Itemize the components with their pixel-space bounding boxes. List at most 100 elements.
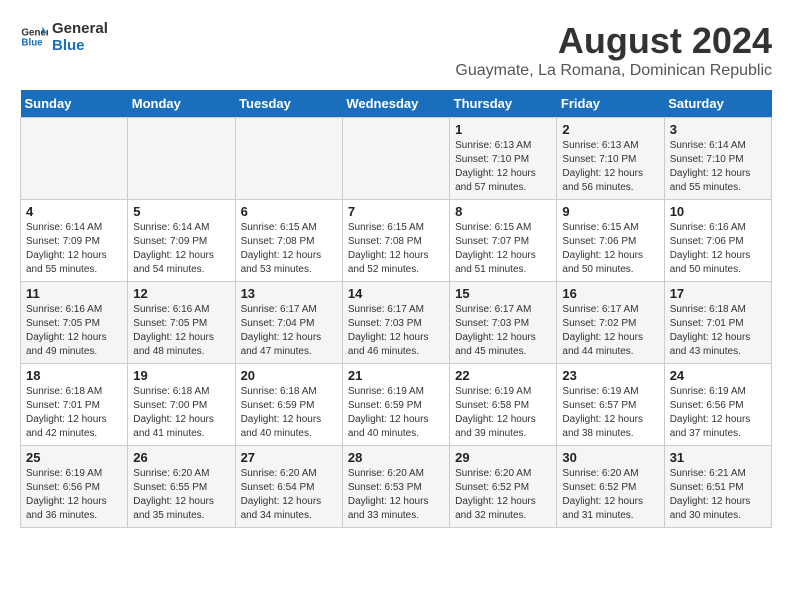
day-number: 1	[455, 122, 551, 137]
day-info: Sunrise: 6:17 AM Sunset: 7:03 PM Dayligh…	[455, 303, 551, 359]
day-info: Sunrise: 6:19 AM Sunset: 6:59 PM Dayligh…	[348, 385, 444, 441]
calendar-cell: 30 Sunrise: 6:20 AM Sunset: 6:52 PM Dayli…	[557, 446, 664, 528]
day-number: 9	[562, 204, 658, 219]
day-number: 27	[241, 450, 337, 465]
header-day-monday: Monday	[128, 90, 235, 118]
day-info: Sunrise: 6:14 AM Sunset: 7:09 PM Dayligh…	[133, 221, 229, 277]
day-number: 12	[133, 286, 229, 301]
day-number: 26	[133, 450, 229, 465]
subtitle: Guaymate, La Romana, Dominican Republic	[455, 62, 772, 80]
calendar-cell: 29Sunrise: 6:20 AM Sunset: 6:52 PM Dayli…	[450, 446, 557, 528]
calendar-cell: 19 Sunrise: 6:18 AM Sunset: 7:00 PM Dayli…	[128, 364, 235, 446]
day-info: Sunrise: 6:18 AM Sunset: 7:01 PM Dayligh…	[26, 385, 122, 441]
day-number: 7	[348, 204, 444, 219]
day-number: 13	[241, 286, 337, 301]
calendar-cell: 21 Sunrise: 6:19 AM Sunset: 6:59 PM Dayli…	[342, 364, 449, 446]
day-number: 11	[26, 286, 122, 301]
calendar-cell: 12 Sunrise: 6:16 AM Sunset: 7:05 PM Dayli…	[128, 282, 235, 364]
calendar-cell: 6 Sunrise: 6:15 AM Sunset: 7:08 PM Daylig…	[235, 200, 342, 282]
calendar-cell: 15 Sunrise: 6:17 AM Sunset: 7:03 PM Dayli…	[450, 282, 557, 364]
calendar-cell: 7 Sunrise: 6:15 AM Sunset: 7:08 PM Daylig…	[342, 200, 449, 282]
day-info: Sunrise: 6:20 AM Sunset: 6:55 PM Dayligh…	[133, 467, 229, 523]
day-info: Sunrise: 6:18 AM Sunset: 7:00 PM Dayligh…	[133, 385, 229, 441]
day-info: Sunrise: 6:16 AM Sunset: 7:06 PM Dayligh…	[670, 221, 766, 277]
header-day-friday: Friday	[557, 90, 664, 118]
day-info: Sunrise: 6:16 AM Sunset: 7:05 PM Dayligh…	[133, 303, 229, 359]
day-number: 18	[26, 368, 122, 383]
day-number: 3	[670, 122, 766, 137]
calendar-cell: 23 Sunrise: 6:19 AM Sunset: 6:57 PM Dayli…	[557, 364, 664, 446]
day-info: Sunrise: 6:14 AM Sunset: 7:10 PM Dayligh…	[670, 139, 766, 195]
day-info: Sunrise: 6:19 AM Sunset: 6:56 PM Dayligh…	[670, 385, 766, 441]
calendar-cell: 25 Sunrise: 6:19 AM Sunset: 6:56 PM Dayli…	[21, 446, 128, 528]
calendar-cell: 26 Sunrise: 6:20 AM Sunset: 6:55 PM Dayli…	[128, 446, 235, 528]
calendar-cell: 13 Sunrise: 6:17 AM Sunset: 7:04 PM Dayli…	[235, 282, 342, 364]
day-info: Sunrise: 6:13 AM Sunset: 7:10 PM Dayligh…	[562, 139, 658, 195]
header-day-wednesday: Wednesday	[342, 90, 449, 118]
day-info: Sunrise: 6:18 AM Sunset: 6:59 PM Dayligh…	[241, 385, 337, 441]
day-number: 30	[562, 450, 658, 465]
day-info: Sunrise: 6:20 AM Sunset: 6:52 PM Dayligh…	[562, 467, 658, 523]
day-info: Sunrise: 6:20 AM Sunset: 6:52 PM Dayligh…	[455, 467, 551, 523]
calendar-cell	[235, 118, 342, 200]
logo-blue-text: Blue	[52, 37, 108, 54]
calendar-cell: 20Sunrise: 6:18 AM Sunset: 6:59 PM Dayli…	[235, 364, 342, 446]
header-day-saturday: Saturday	[664, 90, 771, 118]
calendar-cell: 31 Sunrise: 6:21 AM Sunset: 6:51 PM Dayli…	[664, 446, 771, 528]
day-info: Sunrise: 6:18 AM Sunset: 7:01 PM Dayligh…	[670, 303, 766, 359]
calendar-cell: 14 Sunrise: 6:17 AM Sunset: 7:03 PM Dayli…	[342, 282, 449, 364]
day-number: 4	[26, 204, 122, 219]
day-info: Sunrise: 6:17 AM Sunset: 7:04 PM Dayligh…	[241, 303, 337, 359]
header-day-sunday: Sunday	[21, 90, 128, 118]
day-number: 19	[133, 368, 229, 383]
day-number: 14	[348, 286, 444, 301]
day-info: Sunrise: 6:20 AM Sunset: 6:53 PM Dayligh…	[348, 467, 444, 523]
day-info: Sunrise: 6:19 AM Sunset: 6:58 PM Dayligh…	[455, 385, 551, 441]
header-row: SundayMondayTuesdayWednesdayThursdayFrid…	[21, 90, 772, 118]
day-info: Sunrise: 6:19 AM Sunset: 6:56 PM Dayligh…	[26, 467, 122, 523]
day-info: Sunrise: 6:15 AM Sunset: 7:08 PM Dayligh…	[348, 221, 444, 277]
day-number: 10	[670, 204, 766, 219]
calendar-cell: 22Sunrise: 6:19 AM Sunset: 6:58 PM Dayli…	[450, 364, 557, 446]
day-number: 5	[133, 204, 229, 219]
day-info: Sunrise: 6:20 AM Sunset: 6:54 PM Dayligh…	[241, 467, 337, 523]
day-number: 24	[670, 368, 766, 383]
day-info: Sunrise: 6:16 AM Sunset: 7:05 PM Dayligh…	[26, 303, 122, 359]
day-number: 31	[670, 450, 766, 465]
day-number: 17	[670, 286, 766, 301]
calendar-cell	[342, 118, 449, 200]
day-info: Sunrise: 6:14 AM Sunset: 7:09 PM Dayligh…	[26, 221, 122, 277]
day-number: 25	[26, 450, 122, 465]
day-number: 23	[562, 368, 658, 383]
calendar-table: SundayMondayTuesdayWednesdayThursdayFrid…	[20, 90, 772, 528]
day-info: Sunrise: 6:17 AM Sunset: 7:03 PM Dayligh…	[348, 303, 444, 359]
day-info: Sunrise: 6:15 AM Sunset: 7:06 PM Dayligh…	[562, 221, 658, 277]
calendar-cell: 24 Sunrise: 6:19 AM Sunset: 6:56 PM Dayli…	[664, 364, 771, 446]
calendar-cell: 4 Sunrise: 6:14 AM Sunset: 7:09 PM Daylig…	[21, 200, 128, 282]
main-title: August 2024	[455, 20, 772, 62]
logo-icon: General Blue	[20, 23, 48, 51]
day-info: Sunrise: 6:19 AM Sunset: 6:57 PM Dayligh…	[562, 385, 658, 441]
header-day-tuesday: Tuesday	[235, 90, 342, 118]
calendar-cell: 5 Sunrise: 6:14 AM Sunset: 7:09 PM Daylig…	[128, 200, 235, 282]
day-number: 2	[562, 122, 658, 137]
day-info: Sunrise: 6:15 AM Sunset: 7:08 PM Dayligh…	[241, 221, 337, 277]
day-number: 21	[348, 368, 444, 383]
week-row-2: 4 Sunrise: 6:14 AM Sunset: 7:09 PM Daylig…	[21, 200, 772, 282]
calendar-cell: 10 Sunrise: 6:16 AM Sunset: 7:06 PM Dayli…	[664, 200, 771, 282]
calendar-cell: 9 Sunrise: 6:15 AM Sunset: 7:06 PM Daylig…	[557, 200, 664, 282]
day-number: 15	[455, 286, 551, 301]
calendar-cell: 27 Sunrise: 6:20 AM Sunset: 6:54 PM Dayli…	[235, 446, 342, 528]
day-info: Sunrise: 6:21 AM Sunset: 6:51 PM Dayligh…	[670, 467, 766, 523]
day-number: 28	[348, 450, 444, 465]
week-row-3: 11 Sunrise: 6:16 AM Sunset: 7:05 PM Dayli…	[21, 282, 772, 364]
svg-text:Blue: Blue	[21, 37, 43, 48]
calendar-cell: 8Sunrise: 6:15 AM Sunset: 7:07 PM Daylig…	[450, 200, 557, 282]
calendar-cell: 3 Sunrise: 6:14 AM Sunset: 7:10 PM Daylig…	[664, 118, 771, 200]
logo-general-text: General	[52, 20, 108, 37]
logo: General Blue General Blue	[20, 20, 108, 54]
calendar-cell: 28 Sunrise: 6:20 AM Sunset: 6:53 PM Dayli…	[342, 446, 449, 528]
day-info: Sunrise: 6:13 AM Sunset: 7:10 PM Dayligh…	[455, 139, 551, 195]
day-number: 6	[241, 204, 337, 219]
header: General Blue General Blue August 2024 Gu…	[20, 20, 772, 80]
